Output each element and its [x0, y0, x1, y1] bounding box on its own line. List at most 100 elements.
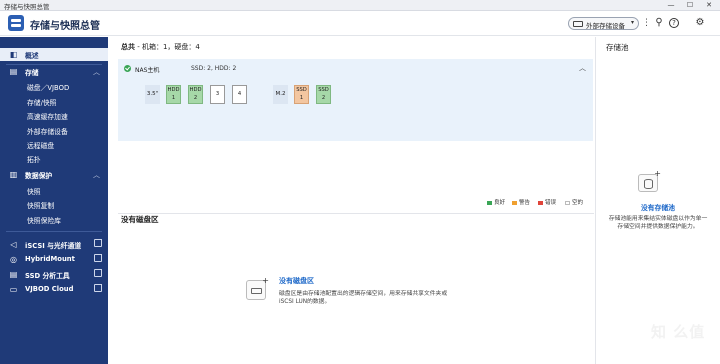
- sidebar-item-ssd-profiling[interactable]: ▤ SSD 分析工具: [0, 268, 108, 281]
- overview-icon: ◧: [9, 50, 18, 59]
- sidebar-item-label: 快照: [27, 188, 41, 196]
- drive-type: SSD: [318, 87, 329, 93]
- sidebar-item-label: VJBOD Cloud: [25, 285, 74, 293]
- main-panel: 总共 - 机箱：1，硬盘：4 NAS主机 SSD: 2, HDD: 2 ︿ 3.…: [108, 37, 594, 364]
- chevron-down-icon: ▾: [630, 19, 634, 26]
- sidebar-item-label: SSD 分析工具: [25, 272, 70, 280]
- drive-type: HDD: [189, 87, 202, 93]
- external-storage-label: 外部存储设备: [586, 22, 625, 30]
- sidebar-item-external-storage[interactable]: 外部存储设备: [0, 124, 108, 137]
- volumes-heading: 没有磁盘区: [121, 215, 159, 224]
- maximize-button[interactable]: ☐: [681, 0, 699, 11]
- ssd-icon: ▤: [9, 270, 18, 279]
- sidebar-item-hybridmount[interactable]: ◎ HybridMount: [0, 253, 108, 266]
- app-logo-icon: [8, 15, 24, 31]
- nas-host-label[interactable]: NAS主机: [135, 65, 159, 74]
- sidebar-item-snapshot-replica[interactable]: 快照复制: [0, 198, 108, 211]
- legend-item: 错误: [538, 198, 556, 206]
- sidebar-section-storage[interactable]: ▤ 存储 ︿: [0, 65, 108, 78]
- sidebar-item-label: 概述: [25, 52, 39, 60]
- minimize-button[interactable]: —: [662, 0, 680, 11]
- drive-number: 4: [237, 91, 242, 97]
- sidebar-item-iscsi-fc[interactable]: ◁ iSCSI 与光纤通道: [0, 238, 108, 251]
- drive-bay[interactable]: HDD 1: [166, 85, 181, 104]
- sidebar-item-overview[interactable]: ◧ 概述: [0, 48, 108, 61]
- sidebar-item-label: HybridMount: [25, 255, 75, 263]
- sidebar-item-storage-snapshots[interactable]: 存储/快照: [0, 95, 108, 108]
- legend-label: 警告: [519, 200, 531, 206]
- hybridmount-icon: ◎: [10, 255, 17, 264]
- external-storage-button[interactable]: 外部存储设备 ▾: [568, 17, 639, 30]
- sidebar-item-label: 存储/快照: [27, 99, 57, 107]
- window-title: 存储与快照总管: [4, 3, 50, 11]
- legend-label: 良好: [494, 200, 506, 206]
- nas-enclosure-panel: NAS主机 SSD: 2, HDD: 2 ︿ 3.5" HDD 1 HDD 2 3 …: [118, 59, 593, 141]
- iscsi-icon: ◁: [10, 240, 17, 249]
- no-pool-link[interactable]: 没有存储池: [596, 202, 720, 212]
- legend-swatch: [512, 200, 517, 205]
- disk-count-label: SSD: 2, HDD: 2: [191, 65, 237, 72]
- sidebar: ◧ 概述 ▤ 存储 ︿ 磁盘／VJBOD 存储/快照 高速缓存加速 外部存储设备…: [0, 37, 108, 364]
- sidebar-section-label: 数据保护: [25, 172, 53, 180]
- legend-label: 空的: [572, 200, 584, 206]
- sidebar-item-label: iSCSI 与光纤通道: [25, 242, 82, 250]
- no-pool-description: 存储池能用来集结实体磁盘以作为单一存储空间并提供数据保护能力。: [608, 216, 708, 230]
- app-header: 存储与快照总管 外部存储设备 ▾ ⋮ ⚲ ? ⚙: [0, 11, 720, 36]
- no-volume-description: 磁盘区是由存储池配置出的逻辑存储空间，用来存储共享文件夹或 iSCSI LUN的…: [279, 291, 448, 305]
- legend-swatch: [565, 200, 570, 205]
- sidebar-item-label: 快照复制: [27, 202, 55, 210]
- external-link-icon: [94, 284, 102, 292]
- sidebar-item-label: 外部存储设备: [27, 128, 68, 136]
- sidebar-section-data-protection[interactable]: ▥ 数据保护 ︿: [0, 168, 108, 181]
- drive-bay[interactable]: 3: [210, 85, 225, 104]
- search-icon[interactable]: ⚲: [653, 17, 665, 29]
- drive-bay[interactable]: HDD 2: [188, 85, 203, 104]
- storage-pool-heading: 存储池: [606, 43, 629, 52]
- database-icon: [644, 179, 653, 189]
- close-button[interactable]: ✕: [700, 0, 718, 11]
- legend-item: 良好: [487, 198, 505, 206]
- gear-icon[interactable]: ⚙: [694, 17, 706, 29]
- sidebar-item-snapshot-vault[interactable]: 快照保险库: [0, 213, 108, 226]
- drive-icon: [573, 21, 583, 27]
- sidebar-item-snapshot[interactable]: 快照: [0, 184, 108, 197]
- create-pool-icon[interactable]: +: [638, 169, 661, 192]
- drive-bay[interactable]: SSD 2: [316, 85, 331, 104]
- external-link-icon: [94, 239, 102, 247]
- chevron-up-icon: ︿: [93, 171, 100, 179]
- sidebar-item-label: 拓扑: [27, 156, 41, 164]
- summary-counts: - 机箱：1，硬盘：4: [135, 43, 200, 51]
- legend-swatch: [487, 200, 492, 205]
- chevron-up-icon[interactable]: ︿: [579, 63, 586, 73]
- legend-label: 错误: [545, 200, 557, 206]
- summary-line: 总共 - 机箱：1，硬盘：4: [121, 42, 200, 52]
- disk-icon: [251, 288, 262, 294]
- drive-type: SSD: [296, 87, 307, 93]
- more-options-icon[interactable]: ⋮: [642, 19, 651, 28]
- status-ok-icon: [124, 65, 131, 72]
- storage-icon: ▤: [9, 67, 18, 76]
- sidebar-item-label: 快照保险库: [27, 217, 61, 225]
- sidebar-item-topology[interactable]: 拓扑: [0, 152, 108, 165]
- sidebar-item-disks-vjbod[interactable]: 磁盘／VJBOD: [0, 80, 108, 93]
- sidebar-item-vjbod-cloud[interactable]: ▭ VJBOD Cloud: [0, 283, 108, 296]
- help-icon[interactable]: ?: [669, 18, 679, 28]
- drive-number: 1: [299, 94, 304, 101]
- app-title: 存储与快照总管: [30, 21, 100, 32]
- drive-bay[interactable]: SSD 1: [294, 85, 309, 104]
- sidebar-item-cache-acceleration[interactable]: 高速缓存加速: [0, 109, 108, 122]
- sidebar-item-remote-disk[interactable]: 远程磁盘: [0, 138, 108, 151]
- plus-icon: +: [654, 169, 661, 178]
- drive-number: 2: [321, 94, 326, 101]
- drive-bay[interactable]: 4: [232, 85, 247, 104]
- sidebar-section-label: 存储: [25, 69, 39, 77]
- legend-item: 警告: [512, 198, 530, 206]
- external-link-icon: [94, 269, 102, 277]
- no-volume-link[interactable]: 没有磁盘区: [279, 276, 314, 286]
- drive-number: 3: [215, 91, 220, 97]
- section-divider: [118, 213, 594, 214]
- create-volume-icon[interactable]: +: [246, 276, 269, 300]
- data-protection-icon: ▥: [9, 170, 18, 179]
- drive-number: 1: [171, 94, 176, 101]
- sidebar-item-label: 磁盘／VJBOD: [27, 84, 70, 92]
